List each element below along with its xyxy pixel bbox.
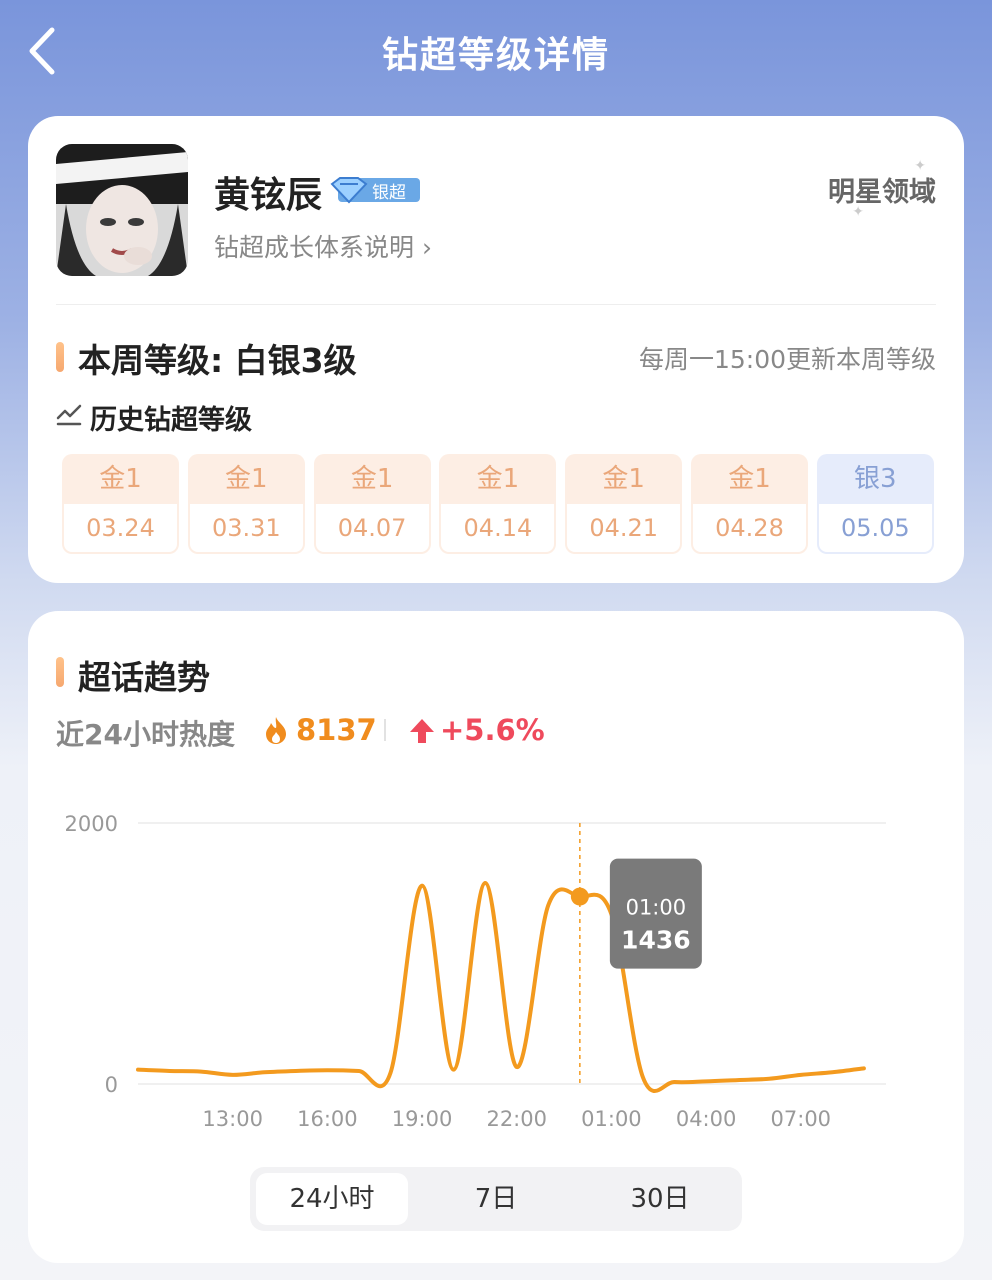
x-tick-label: 04:00 <box>676 1107 737 1131</box>
history-level: 金1 <box>728 464 771 494</box>
divider <box>384 719 386 741</box>
history-level-tile[interactable]: 银3 05.05 <box>816 454 934 554</box>
heat-value: 8137 <box>296 713 377 747</box>
highlight-point <box>570 887 589 906</box>
trend-card: 超话趋势 近24小时热度 8137 +5.6% 2000 0 13:00 16:00 1… <box>28 611 964 1263</box>
history-date: 04.07 <box>315 504 429 552</box>
x-tick-label: 01:00 <box>581 1107 642 1131</box>
x-tick-label: 16:00 <box>297 1107 358 1131</box>
history-level-tile[interactable]: 金1 04.21 <box>565 454 683 554</box>
history-level-tile[interactable]: 金1 04.28 <box>691 454 808 554</box>
history-title: 历史钻超等级 <box>90 405 252 436</box>
history-level: 金1 <box>225 464 268 494</box>
history-level-tile[interactable]: 金1 03.31 <box>187 454 305 554</box>
history-date: 05.05 <box>818 504 932 552</box>
arrow-up-icon <box>410 719 434 743</box>
history-level: 金1 <box>99 464 142 494</box>
heat-label: 近24小时热度 <box>56 718 235 751</box>
history-date: 03.24 <box>64 504 177 552</box>
tooltip-value: 1436 <box>621 926 691 955</box>
level-card: 黄铉辰 银超 钻超成长体系说明 › 明星领域 ✦ ✦ 本周等级: 白银3级 每周… <box>28 116 964 583</box>
history-level: 金1 <box>350 464 394 494</box>
range-tab[interactable]: 30日 <box>584 1173 736 1225</box>
history-level-tile[interactable]: 金1 04.14 <box>439 454 557 554</box>
history-date: 04.21 <box>567 504 681 552</box>
page-title: 钻超等级详情 <box>381 35 610 76</box>
fire-icon <box>266 717 286 744</box>
tooltip-time: 01:00 <box>626 896 687 920</box>
history-level: 银3 <box>854 464 897 494</box>
sparkle-icon: ✦ <box>852 204 864 220</box>
range-tab[interactable]: 7日 <box>420 1173 572 1225</box>
trend-title: 超话趋势 <box>78 658 210 697</box>
heat-change: +5.6% <box>440 713 545 747</box>
accent-bar <box>56 342 64 372</box>
accent-bar <box>56 657 64 687</box>
range-tab[interactable]: 24小时 <box>256 1173 408 1225</box>
range-selector: 24小时 7日 30日 <box>250 1167 742 1231</box>
sparkle-icon: ✦ <box>914 158 926 174</box>
divider <box>56 304 936 305</box>
star-domain-label: 明星领域 <box>828 177 936 208</box>
x-tick-label: 13:00 <box>202 1107 263 1131</box>
x-tick-label: 07:00 <box>771 1107 832 1131</box>
trend-line-chart[interactable]: 2000 0 13:00 16:00 19:00 22:00 01:00 04:00 07:00… <box>28 791 964 1141</box>
history-date: 04.28 <box>693 504 806 552</box>
history-date: 03.31 <box>189 504 303 552</box>
history-level: 金1 <box>476 464 520 494</box>
trend-line <box>136 881 866 1093</box>
trend-chart-icon <box>56 404 82 426</box>
update-note: 每周一15:00更新本周等级 <box>638 345 936 374</box>
user-name: 黄铉辰 <box>214 175 323 216</box>
week-level: 本周等级: 白银3级 <box>78 341 357 380</box>
y-tick-label: 0 <box>105 1073 118 1097</box>
history-level: 金1 <box>602 464 645 494</box>
x-tick-label: 22:00 <box>486 1107 547 1131</box>
y-tick-label: 2000 <box>65 812 118 836</box>
badge-label: 银超 <box>372 183 406 203</box>
history-level-tile[interactable]: 金1 04.07 <box>313 454 431 554</box>
history-date: 04.14 <box>441 504 555 552</box>
avatar[interactable] <box>56 144 188 276</box>
history-level-tile[interactable]: 金1 03.24 <box>62 454 179 554</box>
growth-system-link[interactable]: 钻超成长体系说明 › <box>214 228 432 264</box>
header: 钻超等级详情 <box>0 0 992 100</box>
x-tick-label: 19:00 <box>392 1107 453 1131</box>
